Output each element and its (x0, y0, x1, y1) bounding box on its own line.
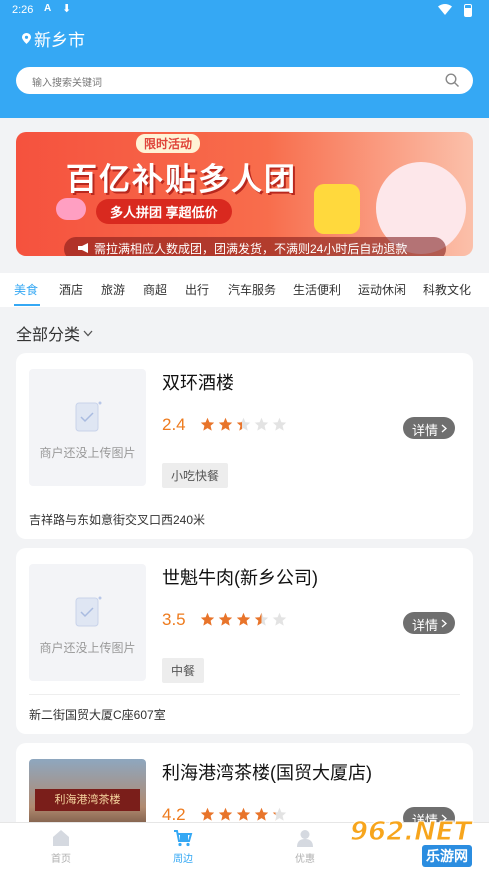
tab-hotel[interactable]: 酒店 (59, 281, 83, 298)
tab-transport[interactable]: 出行 (185, 281, 209, 298)
tab-education[interactable]: 科教文化 (423, 281, 471, 298)
rating-score: 2.4 (162, 415, 186, 434)
star-rating (200, 807, 290, 822)
star-icon (272, 417, 287, 431)
listing-address: 吉祥路与东如意街交叉口西240米 (29, 513, 206, 527)
category-badge: 中餐 (162, 658, 205, 683)
tab-life-service[interactable]: 生活便利 (293, 281, 341, 298)
banner-subline: 多人拼团 享超低价 (96, 199, 232, 224)
listing-card[interactable]: 商户还没上传图片 世魁牛肉(新乡公司) 3.5 详情 中餐 新二街国贸大厦C座6… (16, 548, 473, 734)
tab-food[interactable]: 美食 (14, 281, 38, 298)
nav-deals-label: 优惠 (295, 854, 315, 865)
image-placeholder-icon (75, 401, 102, 432)
speaker-icon (78, 243, 88, 253)
star-icon (272, 612, 287, 626)
star-rating (200, 612, 290, 627)
placeholder-thumbnail: 商户还没上传图片 (29, 369, 146, 486)
city-name: 新乡市 (34, 31, 85, 50)
site-watermark: 962.NET 乐游网 (349, 815, 489, 869)
search-icon[interactable] (445, 73, 460, 88)
star-icon (218, 417, 233, 431)
search-placeholder: 输入搜索关键词 (32, 78, 102, 89)
download-icon: ⬇ (62, 3, 72, 15)
chevron-down-icon (83, 330, 93, 336)
star-icon (236, 417, 251, 431)
wifi-icon (438, 4, 452, 15)
status-time: 2:26 (12, 4, 34, 16)
star-rating (200, 417, 290, 432)
chevron-right-icon (441, 424, 447, 433)
star-icon (218, 612, 233, 626)
detail-label: 详情 (412, 618, 439, 633)
detail-button[interactable]: 详情 (403, 417, 455, 439)
placeholder-thumbnail: 商户还没上传图片 (29, 564, 146, 681)
mascot-cube-illustration (314, 184, 360, 234)
city-selector[interactable]: 新乡市 (22, 26, 85, 51)
star-icon (218, 807, 233, 821)
category-badge: 小吃快餐 (162, 463, 229, 488)
storefront-sign: 利海港湾茶楼 (35, 789, 140, 811)
detail-button[interactable]: 详情 (403, 612, 455, 634)
placeholder-text: 商户还没上传图片 (39, 641, 136, 655)
card-divider (29, 694, 460, 695)
all-categories-label: 全部分类 (16, 327, 81, 344)
rating-score: 3.5 (162, 610, 186, 629)
cart-icon (174, 830, 193, 847)
tab-sports[interactable]: 运动休闲 (358, 281, 406, 298)
category-tabs: 美食 酒店 旅游 商超 出行 汽车服务 生活便利 运动休闲 科教文化 (0, 273, 489, 307)
star-icon (254, 417, 269, 431)
watermark-brand: 962.NET (349, 817, 472, 848)
nav-home[interactable]: 首页 (31, 829, 91, 865)
banner-notice-text: 需拉满相应人数成团，团满发货，不满则24小时后自动退款 (94, 242, 408, 256)
user-icon (297, 830, 313, 847)
star-icon (272, 807, 287, 821)
banner-headline: 百亿补贴多人团 (66, 162, 297, 197)
listing-name: 世魁牛肉(新乡公司) (162, 568, 318, 588)
location-pin-icon (22, 33, 31, 44)
chevron-right-icon (441, 619, 447, 628)
elephant-illustration (56, 198, 86, 220)
detail-label: 详情 (412, 423, 439, 438)
listing-name: 利海港湾茶楼(国贸大厦店) (162, 763, 372, 783)
notification-a-icon: A (44, 3, 52, 14)
nav-nearby-label: 周边 (173, 854, 193, 865)
tab-auto-service[interactable]: 汽车服务 (228, 281, 276, 298)
watermark-site: 乐游网 (422, 845, 472, 867)
tab-supermarket[interactable]: 商超 (143, 281, 167, 298)
promo-banner[interactable]: 限时活动 百亿补贴多人团 多人拼团 享超低价 需拉满相应人数成团，团满发货，不满… (16, 132, 473, 256)
listing-address: 新二街国贸大厦C座607室 (29, 708, 166, 722)
status-bar: 2:26 A ⬇ (0, 0, 489, 22)
star-icon (236, 612, 251, 626)
star-icon (200, 417, 215, 431)
app-header: 2:26 A ⬇ 新乡市 输入搜索关键词 (0, 0, 489, 118)
star-icon (236, 807, 251, 821)
star-icon (254, 612, 269, 626)
image-placeholder-icon (75, 596, 102, 627)
listing-card[interactable]: 商户还没上传图片 双环酒楼 2.4 详情 小吃快餐 吉祥路与东如意街交叉口西24… (16, 353, 473, 539)
placeholder-text: 商户还没上传图片 (39, 446, 136, 460)
star-icon (200, 612, 215, 626)
nav-home-label: 首页 (51, 854, 71, 865)
star-icon (200, 807, 215, 821)
star-icon (254, 807, 269, 821)
banner-tag: 限时活动 (136, 134, 201, 153)
search-input[interactable]: 输入搜索关键词 (16, 67, 473, 94)
nav-deals[interactable]: 优惠 (275, 829, 335, 865)
battery-icon (464, 4, 472, 17)
listing-name: 双环酒楼 (162, 373, 234, 393)
all-categories-dropdown[interactable]: 全部分类 (16, 321, 93, 345)
active-tab-indicator (14, 304, 40, 306)
tab-travel[interactable]: 旅游 (101, 281, 125, 298)
nav-nearby[interactable]: 周边 (153, 829, 213, 865)
banner-notice: 需拉满相应人数成团，团满发货，不满则24小时后自动退款 (64, 237, 446, 256)
home-icon (53, 830, 69, 846)
